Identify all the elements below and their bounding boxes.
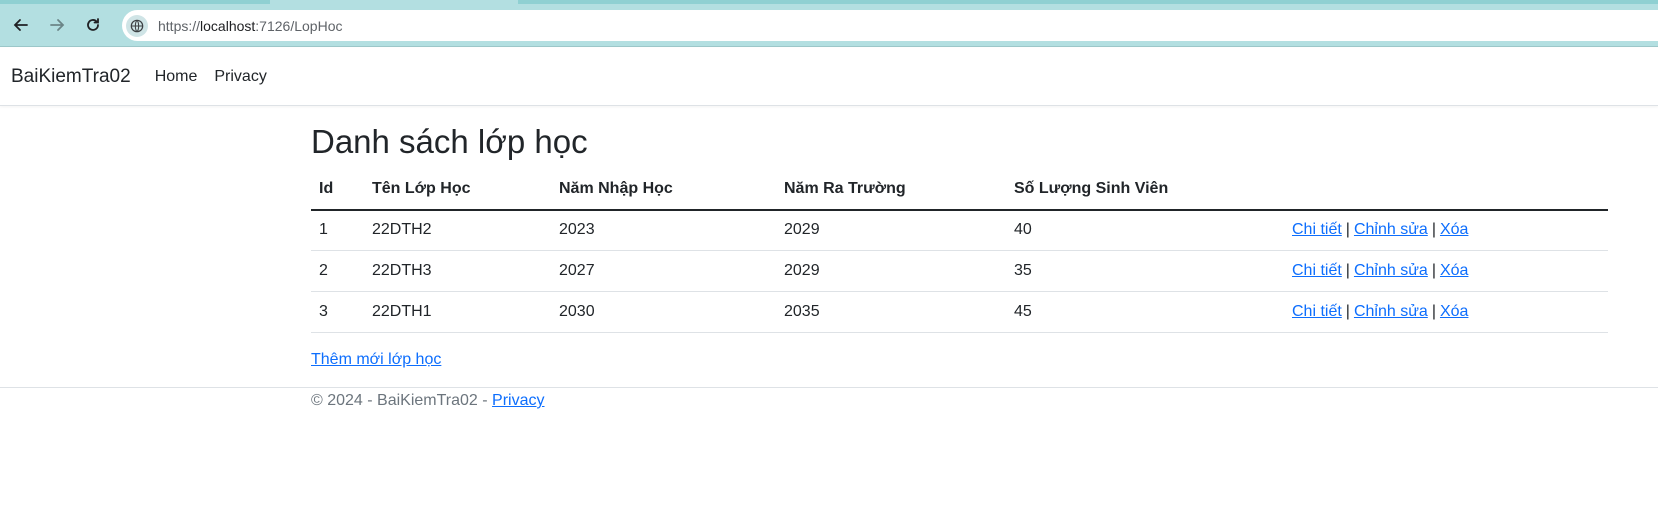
edit-link[interactable]: Chỉnh sửa [1354, 262, 1428, 279]
copyright-text: © 2024 - BaiKiemTra02 - [311, 392, 493, 409]
arrow-left-icon [13, 19, 28, 31]
separator: | [1431, 262, 1436, 280]
cell-student-count: 35 [1006, 250, 1284, 293]
table-row: 3 22DTH1 2030 2035 45 Chi tiết | Chỉnh sửa… [311, 291, 1608, 334]
separator: | [1431, 221, 1436, 239]
cell-actions: Chi tiết | Chỉnh sửa | Xóa [1284, 209, 1608, 252]
details-link[interactable]: Chi tiết [1292, 262, 1342, 279]
header-student-count: Số Lượng Sinh Viên [1006, 169, 1284, 211]
globe-icon [130, 19, 144, 32]
cell-end-year: 2029 [776, 209, 1006, 252]
cell-id: 1 [311, 209, 364, 252]
separator: | [1345, 262, 1350, 280]
class-table: Id Tên Lớp Học Năm Nhập Học Năm Ra Trườn… [311, 169, 1608, 334]
main-content: Danh sách lớp học Id Tên Lớp Học Năm Nhậ… [311, 106, 1608, 369]
cell-start-year: 2023 [551, 209, 776, 252]
url-host: localhost [200, 17, 256, 34]
cell-student-count: 40 [1006, 209, 1284, 252]
cell-name: 22DTH1 [364, 291, 551, 334]
details-link[interactable]: Chi tiết [1292, 221, 1342, 238]
footer-text: © 2024 - BaiKiemTra02 - Privacy [311, 392, 1658, 410]
cell-start-year: 2027 [551, 250, 776, 293]
cell-actions: Chi tiết | Chỉnh sửa | Xóa [1284, 250, 1608, 293]
cell-end-year: 2035 [776, 291, 1006, 334]
cell-name: 22DTH3 [364, 250, 551, 293]
separator: | [1345, 303, 1350, 321]
cell-actions: Chi tiết | Chỉnh sửa | Xóa [1284, 291, 1608, 334]
nav-privacy-link[interactable]: Privacy [214, 68, 266, 86]
footer: © 2024 - BaiKiemTra02 - Privacy [0, 387, 1658, 410]
reload-icon [87, 18, 99, 31]
cell-id: 2 [311, 250, 364, 293]
edit-link[interactable]: Chỉnh sửa [1354, 221, 1428, 238]
nav-home-link[interactable]: Home [155, 68, 198, 86]
table-row: 1 22DTH2 2023 2029 40 Chi tiết | Chỉnh sửa… [311, 209, 1608, 252]
browser-toolbar: https://localhost:7126/LopHoc [0, 0, 1658, 47]
footer-privacy-link[interactable]: Privacy [492, 392, 544, 409]
url-text: https://localhost:7126/LopHoc [158, 18, 342, 34]
header-id: Id [311, 169, 364, 211]
site-info-icon[interactable] [126, 14, 148, 37]
cell-start-year: 2030 [551, 291, 776, 334]
cell-student-count: 45 [1006, 291, 1284, 334]
site-navbar: BaiKiemTra02 Home Privacy [0, 48, 1658, 106]
cell-id: 3 [311, 291, 364, 334]
delete-link[interactable]: Xóa [1440, 262, 1468, 279]
address-bar[interactable]: https://localhost:7126/LopHoc [122, 10, 1658, 41]
url-scheme: https:// [158, 17, 201, 34]
forward-button[interactable] [44, 12, 70, 38]
header-actions [1284, 169, 1608, 211]
header-start-year: Năm Nhập Học [551, 169, 776, 211]
edit-link[interactable]: Chỉnh sửa [1354, 303, 1428, 320]
arrow-right-icon [50, 19, 65, 31]
reload-button[interactable] [80, 12, 106, 38]
tab-strip [0, 0, 1658, 4]
table-row: 2 22DTH3 2027 2029 35 Chi tiết | Chỉnh sửa… [311, 250, 1608, 293]
table-header-row: Id Tên Lớp Học Năm Nhập Học Năm Ra Trườn… [311, 169, 1608, 211]
header-name: Tên Lớp Học [364, 169, 551, 211]
url-path: :7126/LopHoc [255, 17, 343, 34]
separator: | [1345, 221, 1350, 239]
details-link[interactable]: Chi tiết [1292, 303, 1342, 320]
back-button[interactable] [8, 12, 34, 38]
add-class-link[interactable]: Thêm mới lớp học [311, 351, 441, 369]
delete-link[interactable]: Xóa [1440, 221, 1468, 238]
cell-end-year: 2029 [776, 250, 1006, 293]
delete-link[interactable]: Xóa [1440, 303, 1468, 320]
page-title: Danh sách lớp học [311, 123, 588, 160]
header-end-year: Năm Ra Trường [776, 169, 1006, 211]
separator: | [1431, 303, 1436, 321]
brand-link[interactable]: BaiKiemTra02 [11, 66, 131, 88]
cell-name: 22DTH2 [364, 209, 551, 252]
